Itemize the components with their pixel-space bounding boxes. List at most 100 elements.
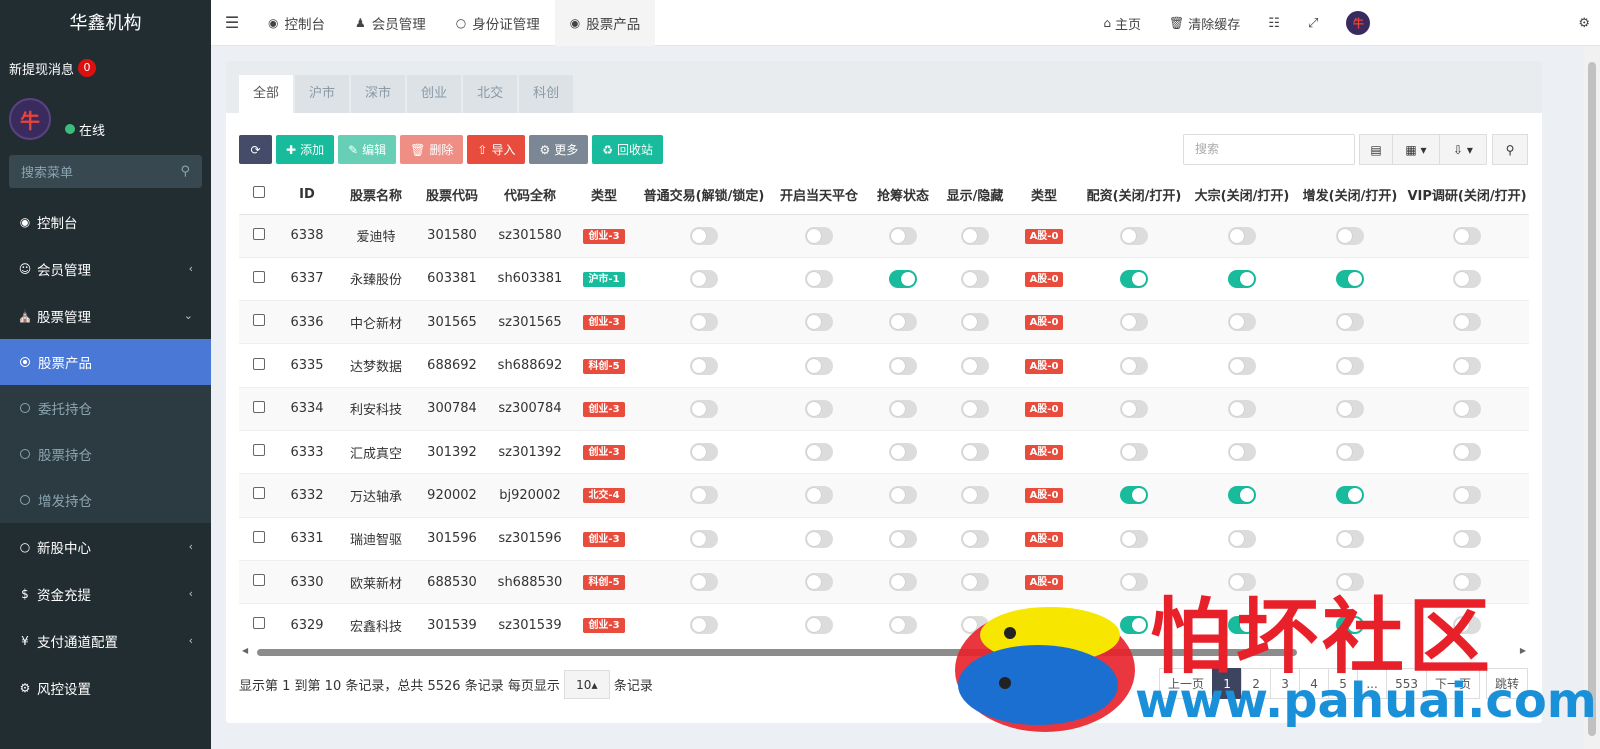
col-header[interactable]: 类型: [573, 175, 635, 215]
add-button[interactable]: ✚ 添加: [276, 135, 335, 164]
sidebar-item-holdings[interactable]: 股票持仓: [0, 431, 211, 477]
scrollbar-thumb[interactable]: [257, 649, 1297, 656]
sidebar-item-placement-holdings[interactable]: 增发持仓: [0, 477, 211, 523]
page-1[interactable]: 1: [1212, 668, 1243, 699]
sidebar-item-members[interactable]: ☺ 会员管理 ‹: [0, 245, 211, 292]
table-row[interactable]: 6334 利安科技 300784 sz300784 创业-3 A股-0: [239, 387, 1529, 431]
toggle-placement[interactable]: [1336, 226, 1364, 245]
row-checkbox[interactable]: [253, 574, 265, 587]
col-header[interactable]: 普通交易(解锁/锁定): [635, 175, 773, 215]
toggle-block-trade[interactable]: [1228, 226, 1256, 245]
col-header[interactable]: 股票代码: [417, 175, 487, 215]
row-checkbox[interactable]: [253, 530, 265, 543]
toggle-close-same-day[interactable]: [805, 616, 833, 635]
menu-toggle-icon[interactable]: ☰: [211, 13, 253, 32]
toggle-placement[interactable]: [1336, 356, 1364, 375]
toggle-rush-status[interactable]: [889, 269, 917, 288]
toggle-margin[interactable]: [1120, 226, 1148, 245]
select-all-header[interactable]: [239, 175, 279, 215]
table-row[interactable]: 6330 欧莱新材 688530 sh688530 科创-5 A股-0: [239, 560, 1529, 605]
recycle-bin-button[interactable]: ♻ 回收站: [592, 135, 664, 164]
toggle-block-trade[interactable]: [1228, 573, 1256, 592]
toggle-rush-status[interactable]: [889, 356, 917, 375]
toggle-margin[interactable]: [1120, 529, 1148, 548]
sidebar-item-payment-channels[interactable]: ¥ 支付通道配置 ‹: [0, 617, 211, 664]
toggle-view-button[interactable]: ▤: [1359, 134, 1393, 165]
toggle-vip-research[interactable]: [1453, 399, 1481, 418]
toggle-block-trade[interactable]: [1228, 529, 1256, 548]
toggle-vip-research[interactable]: [1453, 269, 1481, 288]
toggle-vip-research[interactable]: [1453, 616, 1481, 635]
toggle-visibility[interactable]: [961, 443, 989, 462]
toggle-rush-status[interactable]: [889, 226, 917, 245]
toggle-visibility[interactable]: [961, 356, 989, 375]
tab-all[interactable]: 全部: [239, 75, 294, 113]
toggle-close-same-day[interactable]: [805, 226, 833, 245]
toggle-placement[interactable]: [1336, 443, 1364, 462]
vertical-scrollbar[interactable]: [1584, 46, 1600, 749]
toggle-close-same-day[interactable]: [805, 399, 833, 418]
fullscreen-icon[interactable]: ⤢: [1294, 16, 1332, 31]
tab-dashboard[interactable]: ◉ 控制台: [253, 0, 340, 46]
row-select-cell[interactable]: [239, 517, 279, 561]
toggle-margin[interactable]: [1120, 573, 1148, 592]
page-2[interactable]: 2: [1241, 668, 1272, 699]
table-row[interactable]: 6333 汇成真空 301392 sz301392 创业-3 A股-0: [239, 430, 1529, 475]
page-size-select[interactable]: 10 ▴: [563, 670, 610, 699]
tab-id-cards[interactable]: ○ 身份证管理: [441, 0, 555, 46]
toggle-margin[interactable]: [1120, 399, 1148, 418]
col-header[interactable]: 配资(关闭/打开): [1079, 175, 1189, 215]
col-header[interactable]: 类型: [1009, 175, 1079, 215]
row-checkbox[interactable]: [253, 227, 265, 240]
toggle-placement[interactable]: [1336, 313, 1364, 332]
clear-cache-button[interactable]: 🗑 清除缓存: [1155, 14, 1254, 33]
col-header[interactable]: 显示/隐藏: [941, 175, 1009, 215]
toggle-block-trade[interactable]: [1228, 486, 1256, 505]
toggle-close-same-day[interactable]: [805, 269, 833, 288]
toggle-close-same-day[interactable]: [805, 486, 833, 505]
table-row[interactable]: 6335 达梦数据 688692 sh688692 科创-5 A股-0: [239, 343, 1529, 388]
row-checkbox[interactable]: [253, 617, 265, 630]
toggle-normal-trade[interactable]: [690, 399, 718, 418]
toggle-vip-research[interactable]: [1453, 486, 1481, 505]
toggle-rush-status[interactable]: [889, 616, 917, 635]
toggle-margin[interactable]: [1120, 269, 1148, 288]
row-checkbox[interactable]: [253, 444, 265, 457]
toggle-visibility[interactable]: [961, 486, 989, 505]
tab-stock-products[interactable]: ◉ 股票产品: [554, 0, 656, 46]
row-select-cell[interactable]: [239, 257, 279, 302]
toggle-vip-research[interactable]: [1453, 356, 1481, 375]
row-checkbox[interactable]: [253, 487, 265, 500]
toggle-close-same-day[interactable]: [805, 443, 833, 462]
jump-button[interactable]: 跳转: [1485, 668, 1528, 699]
toggle-placement[interactable]: [1336, 616, 1364, 635]
toggle-close-same-day[interactable]: [805, 356, 833, 375]
toggle-normal-trade[interactable]: [690, 443, 718, 462]
col-header[interactable]: 大宗(关闭/打开): [1189, 175, 1295, 215]
menu-search-input[interactable]: 搜索菜单 ⚲: [9, 155, 202, 188]
sidebar-item-ipo-center[interactable]: ○ 新股中心 ‹: [0, 523, 211, 570]
col-header[interactable]: VIP调研(关闭/打开): [1405, 175, 1529, 215]
toggle-visibility[interactable]: [961, 226, 989, 245]
row-select-cell[interactable]: [239, 603, 279, 637]
row-select-cell[interactable]: [239, 300, 279, 345]
tab-sz[interactable]: 深市: [351, 75, 406, 113]
sidebar-item-dashboard[interactable]: ◉ 控制台: [0, 198, 211, 245]
row-checkbox[interactable]: [253, 314, 265, 327]
toggle-rush-status[interactable]: [889, 573, 917, 592]
row-select-cell[interactable]: [239, 343, 279, 388]
toggle-rush-status[interactable]: [889, 399, 917, 418]
toggle-normal-trade[interactable]: [690, 356, 718, 375]
toggle-margin[interactable]: [1120, 356, 1148, 375]
table-row[interactable]: 6332 万达轴承 920002 bj920002 北交-4 A股-0: [239, 473, 1529, 518]
toggle-visibility[interactable]: [961, 269, 989, 288]
col-header[interactable]: 开启当天平仓: [773, 175, 865, 215]
toggle-vip-research[interactable]: [1453, 313, 1481, 332]
toggle-visibility[interactable]: [961, 573, 989, 592]
toggle-normal-trade[interactable]: [690, 313, 718, 332]
sidebar-item-stocks[interactable]: ⛪ 股票管理 ⌄: [0, 292, 211, 339]
gears-icon[interactable]: ⚙: [1388, 16, 1600, 31]
toggle-normal-trade[interactable]: [690, 529, 718, 548]
toggle-vip-research[interactable]: [1453, 443, 1481, 462]
sidebar-item-risk-settings[interactable]: ⚙ 风控设置: [0, 664, 211, 711]
